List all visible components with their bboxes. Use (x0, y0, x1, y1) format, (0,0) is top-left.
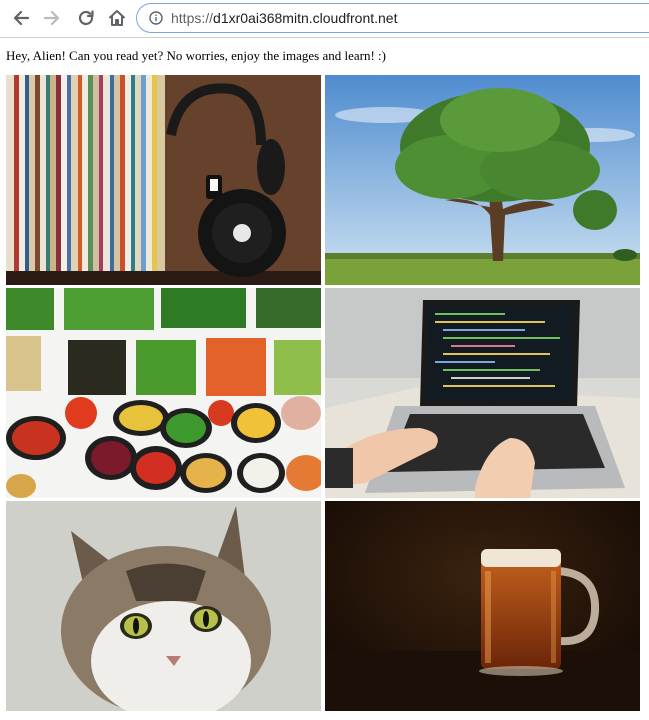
url-host: d1xr0ai368mitn.cloudfront.net (213, 10, 398, 26)
info-icon[interactable] (149, 11, 163, 25)
image-vegetables (6, 288, 321, 498)
image-beer-mug (325, 501, 640, 711)
url-text[interactable]: https://d1xr0ai368mitn.cloudfront.net (171, 10, 397, 26)
home-button[interactable] (105, 6, 129, 30)
forward-button[interactable] (40, 6, 64, 30)
image-laptop-typing (325, 288, 640, 498)
image-tree-field (325, 75, 640, 285)
back-arrow-icon (13, 10, 30, 26)
home-icon (109, 10, 125, 26)
reload-icon (78, 10, 94, 26)
forward-arrow-icon (43, 10, 60, 26)
address-bar[interactable]: https://d1xr0ai368mitn.cloudfront.net (136, 3, 649, 33)
reload-button[interactable] (74, 6, 98, 30)
image-cat (6, 501, 321, 711)
toolbar-divider (0, 37, 649, 38)
url-scheme: https:// (171, 10, 214, 26)
image-records-headphones (6, 75, 321, 285)
back-button[interactable] (9, 6, 33, 30)
greeting-text: Hey, Alien! Can you read yet? No worries… (6, 48, 387, 63)
browser-toolbar: https://d1xr0ai368mitn.cloudfront.net (0, 0, 649, 38)
